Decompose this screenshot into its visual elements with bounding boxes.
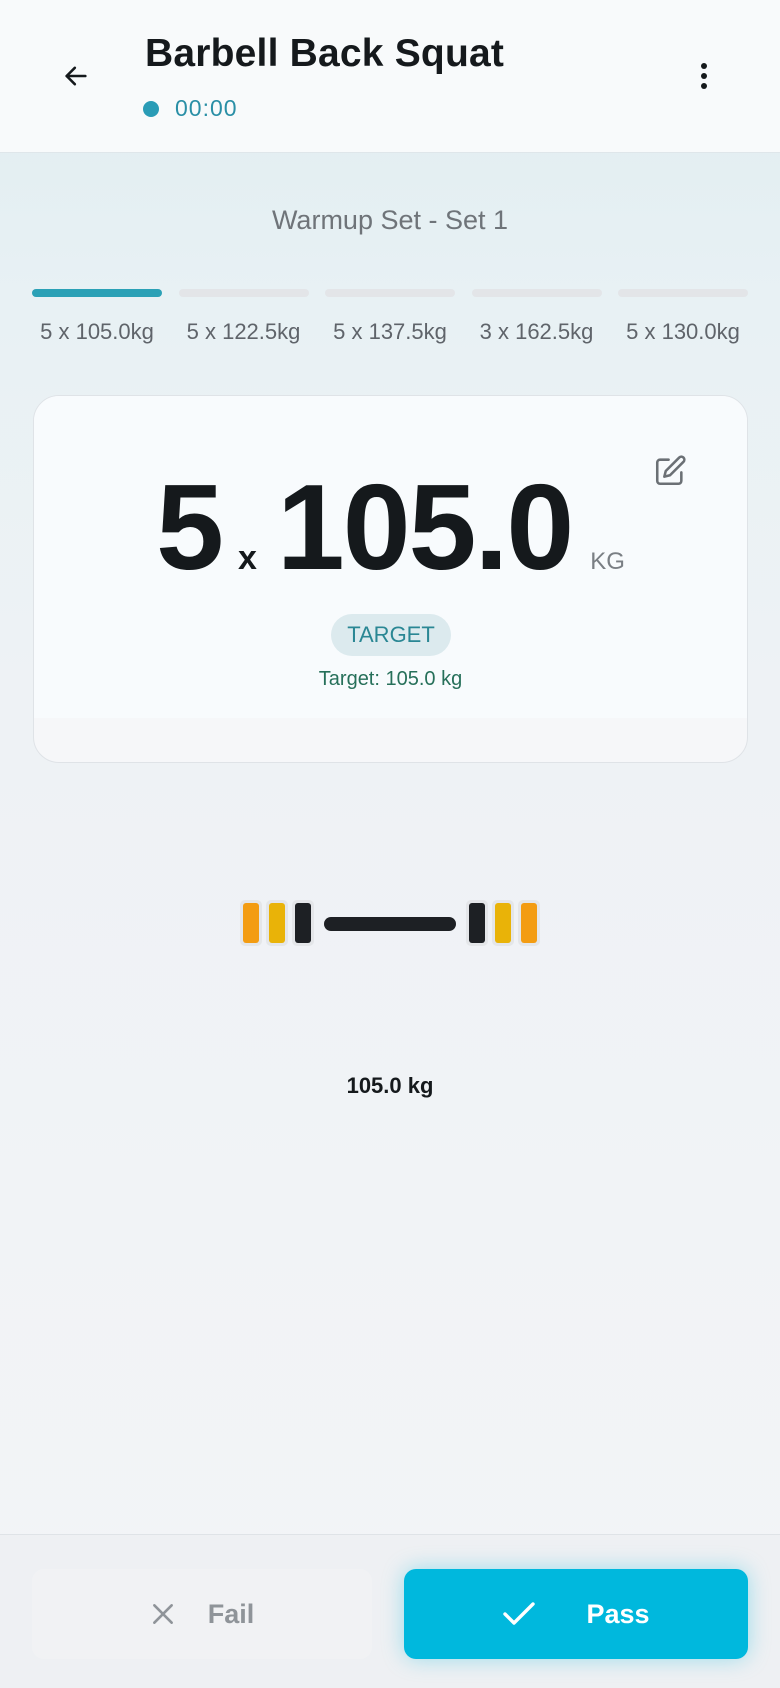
set-tab-1[interactable]: 5 x 105.0kg [32, 289, 162, 345]
target-badge: TARGET [331, 614, 451, 656]
plate-orange [521, 903, 537, 943]
more-options-button[interactable] [680, 52, 728, 100]
check-icon [503, 1602, 536, 1625]
set-tab-3[interactable]: 5 x 137.5kg [325, 289, 455, 345]
target-note: Target: 105.0 kg [318, 668, 463, 690]
timer: 00:00 [143, 95, 238, 122]
set-target-card: 5 x 105.0 KG TARGET Target: 105.0 kg [33, 395, 748, 763]
set-progress: 5 x 105.0kg 5 x 122.5kg 5 x 137.5kg 3 x … [32, 289, 748, 345]
more-vertical-icon [701, 63, 707, 89]
set-progress-bar [618, 289, 748, 297]
top-app-bar: Barbell Back Squat 00:00 [0, 0, 780, 153]
collar-left [295, 903, 311, 943]
plate-yellow [269, 903, 285, 943]
arrow-left-icon [65, 66, 87, 86]
set-tab-4[interactable]: 3 x 162.5kg [471, 289, 602, 345]
set-tab-label: 5 x 130.0kg [626, 319, 740, 344]
set-tab-2[interactable]: 5 x 122.5kg [178, 289, 309, 345]
back-button[interactable] [50, 50, 102, 102]
set-progress-bar [325, 289, 455, 297]
set-progress-bar [178, 289, 309, 297]
reps-weight-display: 5 x 105.0 KG [34, 466, 747, 588]
collar-right [469, 903, 485, 943]
weight-unit: KG [590, 548, 625, 575]
set-tab-label: 5 x 137.5kg [333, 319, 447, 344]
bar [324, 917, 456, 931]
set-progress-bar [32, 289, 162, 297]
pass-button[interactable]: Pass [404, 1569, 748, 1659]
barbell-total-weight: 105.0 kg [346, 1073, 434, 1098]
set-tab-label: 5 x 105.0kg [40, 319, 154, 344]
barbell-diagram [240, 900, 540, 946]
plate-orange [243, 903, 259, 943]
set-tab-5[interactable]: 5 x 130.0kg [618, 289, 748, 345]
exercise-title: Barbell Back Squat [145, 32, 505, 75]
weight-value: 105.0 [276, 459, 574, 595]
set-tab-label: 3 x 162.5kg [479, 319, 594, 344]
set-progress-bar [471, 289, 602, 297]
times-sign: x [237, 539, 257, 577]
fail-label: Fail [207, 1598, 255, 1629]
timer-dot [143, 100, 159, 117]
set-label: Warmup Set - Set 1 [271, 205, 509, 235]
pass-label: Pass [586, 1598, 650, 1629]
fail-button[interactable]: Fail [32, 1569, 372, 1659]
close-icon [152, 1604, 173, 1624]
timer-text: 00:00 [175, 95, 238, 121]
plate-yellow [495, 903, 511, 943]
action-bar: Fail Pass [0, 1534, 780, 1688]
reps-value: 5 [156, 459, 224, 595]
set-tab-label: 5 x 122.5kg [186, 319, 301, 344]
